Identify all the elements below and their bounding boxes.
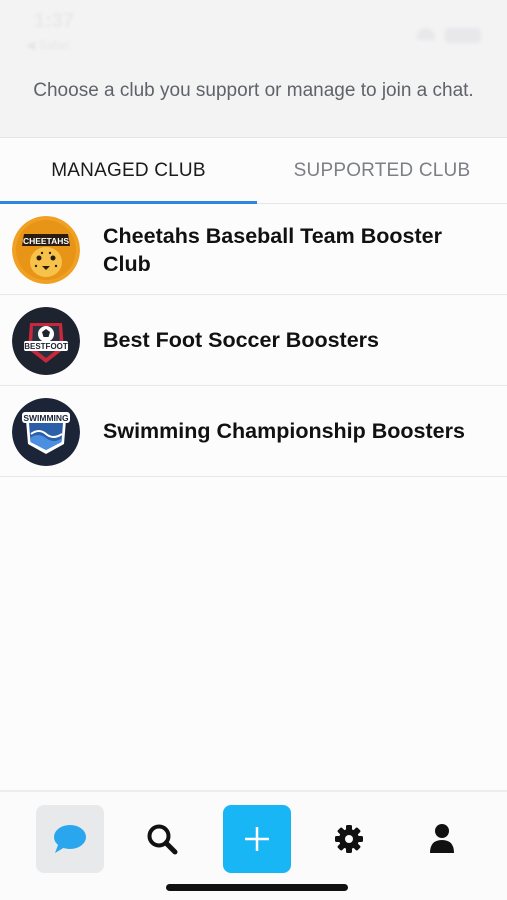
club-name: Cheetahs Baseball Team Booster Club xyxy=(103,224,442,276)
cheetahs-logo: CHEETAHS xyxy=(12,216,80,284)
club-row-cheetahs[interactable]: CHEETAHS Cheetahs Baseball Team Booster … xyxy=(0,204,507,295)
home-indicator xyxy=(166,884,348,891)
status-bar: 1:37 ◀ Safari xyxy=(0,0,507,60)
nav-add-button[interactable] xyxy=(223,805,291,873)
header: 1:37 ◀ Safari Choose a club you support … xyxy=(0,0,507,138)
club-row-bestfoot[interactable]: BESTFOOT Best Foot Soccer Boosters xyxy=(0,295,507,386)
svg-text:SWIMMING: SWIMMING xyxy=(23,413,69,423)
svg-text:CHEETAHS: CHEETAHS xyxy=(23,236,69,246)
nav-profile-button[interactable] xyxy=(408,805,476,873)
page-subtitle: Choose a club you support or manage to j… xyxy=(33,80,474,101)
tab-managed-club[interactable]: MANAGED CLUB xyxy=(0,138,257,204)
club-name: Best Foot Soccer Boosters xyxy=(103,328,379,352)
svg-text:BESTFOOT: BESTFOOT xyxy=(24,342,68,351)
nav-chats-button[interactable] xyxy=(36,805,104,873)
chat-bubble-icon xyxy=(54,825,86,853)
bestfoot-logo: BESTFOOT xyxy=(12,307,80,375)
battery-icon xyxy=(445,28,481,43)
club-name: Swimming Championship Boosters xyxy=(103,419,465,443)
nav-settings-button[interactable] xyxy=(315,805,383,873)
status-time: 1:37 xyxy=(34,10,75,32)
search-icon xyxy=(147,824,178,855)
club-tabs: MANAGED CLUB SUPPORTED CLUB xyxy=(0,138,507,204)
plus-icon xyxy=(245,827,269,851)
tab-supported-club[interactable]: SUPPORTED CLUB xyxy=(257,138,507,204)
club-row-swimming[interactable]: SWIMMING Swimming Championship Boosters xyxy=(0,386,507,477)
swimming-logo: SWIMMING xyxy=(12,398,80,466)
wifi-icon xyxy=(417,28,435,40)
person-icon xyxy=(430,824,454,853)
status-icons xyxy=(417,26,487,44)
back-to-safari-link[interactable]: ◀ Safari xyxy=(26,38,70,52)
nav-search-button[interactable] xyxy=(128,805,196,873)
gear-icon xyxy=(335,825,363,853)
club-list: CHEETAHS Cheetahs Baseball Team Booster … xyxy=(0,204,507,477)
